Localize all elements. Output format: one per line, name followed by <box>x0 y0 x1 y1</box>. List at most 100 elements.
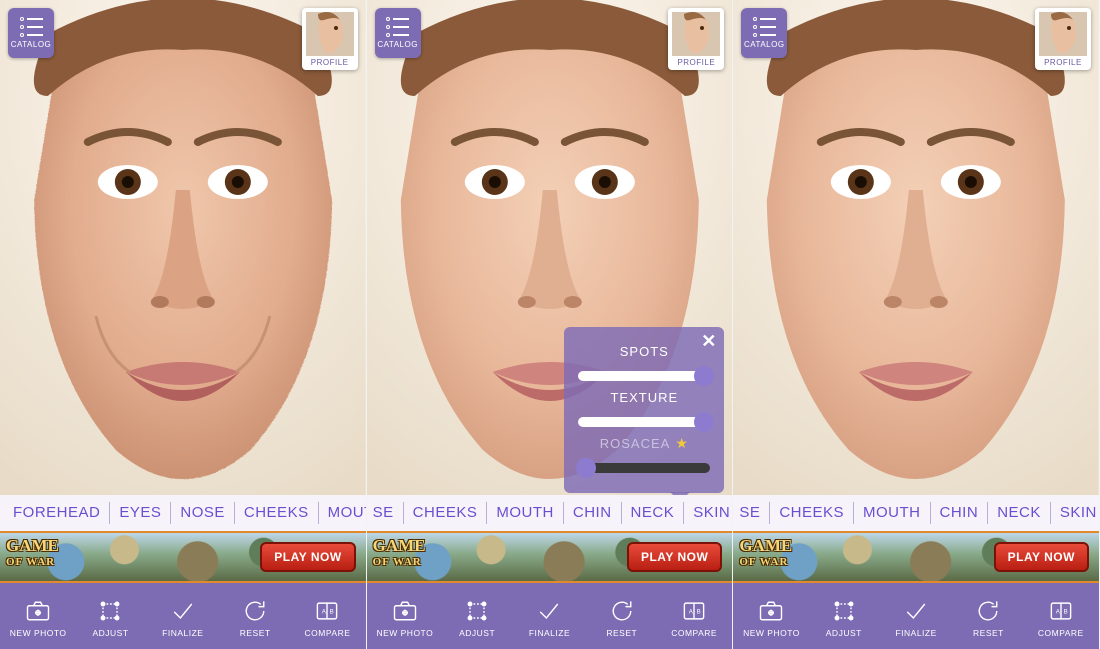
list-icon <box>753 17 776 37</box>
finalize-button[interactable]: FINALIZE <box>147 597 219 638</box>
finalize-button[interactable]: FINALIZE <box>880 597 952 638</box>
profile-button[interactable]: PROFILE <box>668 8 724 70</box>
profile-thumb-icon <box>1039 12 1087 56</box>
catalog-label: CATALOG <box>377 40 418 49</box>
face-illustration <box>733 0 1099 495</box>
compare-button[interactable]: AB COMPARE <box>291 597 363 638</box>
svg-text:A: A <box>689 608 694 615</box>
portrait-area: CATALOG PROFILE ✕ SPOTS TEXTURE <box>367 0 733 495</box>
bottom-toolbar: NEW PHOTO ADJUST FINALIZE RESET AB COMPA… <box>367 583 733 649</box>
region-tabs: SE CHEEKS MOUTH CHIN NECK SKIN <box>367 495 733 531</box>
adjust-button[interactable]: ADJUST <box>441 597 513 638</box>
tab-partial[interactable]: SE <box>371 502 404 524</box>
compare-button[interactable]: AB COMPARE <box>658 597 730 638</box>
tab-neck[interactable]: NECK <box>622 502 685 524</box>
list-icon <box>386 17 409 37</box>
undo-icon <box>608 597 636 625</box>
tab-skin[interactable]: SKIN <box>1051 502 1099 524</box>
tab-mouth[interactable]: MOUTH <box>854 502 931 524</box>
ad-logo: GAMEOF WAR <box>373 537 426 571</box>
camera-icon <box>391 597 419 625</box>
profile-label: PROFILE <box>1044 58 1082 67</box>
tab-partial[interactable]: SE <box>737 502 770 524</box>
bottom-toolbar: NEW PHOTO ADJUST FINALIZE RESET AB COMPA… <box>733 583 1099 649</box>
tab-chin[interactable]: CHIN <box>931 502 989 524</box>
bottom-toolbar: NEW PHOTO ADJUST FINALIZE RESET AB COMPA… <box>0 583 366 649</box>
compare-icon: AB <box>680 597 708 625</box>
svg-text:B: B <box>330 608 335 615</box>
adjust-icon <box>463 597 491 625</box>
ad-play-button[interactable]: PLAY NOW <box>627 542 722 572</box>
skin-sliders-popup: ✕ SPOTS TEXTURE ROSACEA ★ <box>564 327 724 493</box>
slider-spots[interactable] <box>578 369 710 383</box>
slider-label-texture: TEXTURE <box>610 390 678 405</box>
ad-logo: GAMEOF WAR <box>6 537 59 571</box>
profile-button[interactable]: PROFILE <box>302 8 358 70</box>
catalog-button[interactable]: CATALOG <box>375 8 421 58</box>
tab-eyes[interactable]: EYES <box>110 502 171 524</box>
finalize-button[interactable]: FINALIZE <box>513 597 585 638</box>
tab-skin[interactable]: SKIN <box>684 502 732 524</box>
svg-text:B: B <box>1063 608 1068 615</box>
ad-play-button[interactable]: PLAY NOW <box>994 542 1089 572</box>
reset-button[interactable]: RESET <box>952 597 1024 638</box>
camera-icon <box>24 597 52 625</box>
region-tabs: SE CHEEKS MOUTH CHIN NECK SKIN <box>733 495 1099 531</box>
slider-texture[interactable] <box>578 415 710 429</box>
profile-label: PROFILE <box>677 58 715 67</box>
catalog-button[interactable]: CATALOG <box>8 8 54 58</box>
check-icon <box>169 597 197 625</box>
catalog-button[interactable]: CATALOG <box>741 8 787 58</box>
region-tabs: FOREHEAD EYES NOSE CHEEKS MOUTH <box>0 495 366 531</box>
tab-cheeks[interactable]: CHEEKS <box>770 502 854 524</box>
tab-chin[interactable]: CHIN <box>564 502 622 524</box>
ad-play-button[interactable]: PLAY NOW <box>260 542 355 572</box>
adjust-icon <box>96 597 124 625</box>
svg-text:A: A <box>1056 608 1061 615</box>
tab-neck[interactable]: NECK <box>988 502 1051 524</box>
compare-icon: AB <box>1047 597 1075 625</box>
adjust-icon <box>830 597 858 625</box>
catalog-label: CATALOG <box>744 40 785 49</box>
catalog-label: CATALOG <box>11 40 52 49</box>
tab-cheeks[interactable]: CHEEKS <box>235 502 319 524</box>
check-icon <box>902 597 930 625</box>
undo-icon <box>974 597 1002 625</box>
camera-icon <box>757 597 785 625</box>
ad-banner[interactable]: GAMEOF WAR PLAY NOW <box>0 531 366 583</box>
adjust-button[interactable]: ADJUST <box>74 597 146 638</box>
app-panel: CATALOG PROFILE SE CHEEKS MOUTH CHIN NEC… <box>733 0 1100 649</box>
adjust-button[interactable]: ADJUST <box>808 597 880 638</box>
compare-button[interactable]: AB COMPARE <box>1025 597 1097 638</box>
ad-banner[interactable]: GAMEOF WAR PLAY NOW <box>367 531 733 583</box>
ad-banner[interactable]: GAMEOF WAR PLAY NOW <box>733 531 1099 583</box>
tab-mouth[interactable]: MOUTH <box>487 502 564 524</box>
svg-text:A: A <box>322 608 327 615</box>
new-photo-button[interactable]: NEW PHOTO <box>369 597 441 638</box>
app-panel: CATALOG PROFILE FOREHEAD EYES NOSE CHEEK… <box>0 0 367 649</box>
new-photo-button[interactable]: NEW PHOTO <box>2 597 74 638</box>
reset-button[interactable]: RESET <box>219 597 291 638</box>
slider-label-rosacea: ROSACEA ★ <box>600 435 689 452</box>
tab-forehead[interactable]: FOREHEAD <box>4 502 110 524</box>
portrait-area: CATALOG PROFILE <box>0 0 366 495</box>
tab-nose[interactable]: NOSE <box>171 502 235 524</box>
slider-rosacea[interactable] <box>578 461 710 475</box>
ad-logo: GAMEOF WAR <box>739 537 792 571</box>
close-icon[interactable]: ✕ <box>701 331 716 352</box>
profile-button[interactable]: PROFILE <box>1035 8 1091 70</box>
tab-cheeks[interactable]: CHEEKS <box>404 502 488 524</box>
portrait-area: CATALOG PROFILE <box>733 0 1099 495</box>
star-icon: ★ <box>675 435 689 452</box>
face-illustration <box>0 0 366 495</box>
profile-thumb-icon <box>672 12 720 56</box>
compare-icon: AB <box>313 597 341 625</box>
tab-mouth[interactable]: MOUTH <box>319 502 366 524</box>
new-photo-button[interactable]: NEW PHOTO <box>735 597 807 638</box>
profile-label: PROFILE <box>311 58 349 67</box>
app-panel: CATALOG PROFILE ✕ SPOTS TEXTURE <box>367 0 734 649</box>
list-icon <box>20 17 43 37</box>
svg-text:B: B <box>697 608 702 615</box>
undo-icon <box>241 597 269 625</box>
reset-button[interactable]: RESET <box>586 597 658 638</box>
